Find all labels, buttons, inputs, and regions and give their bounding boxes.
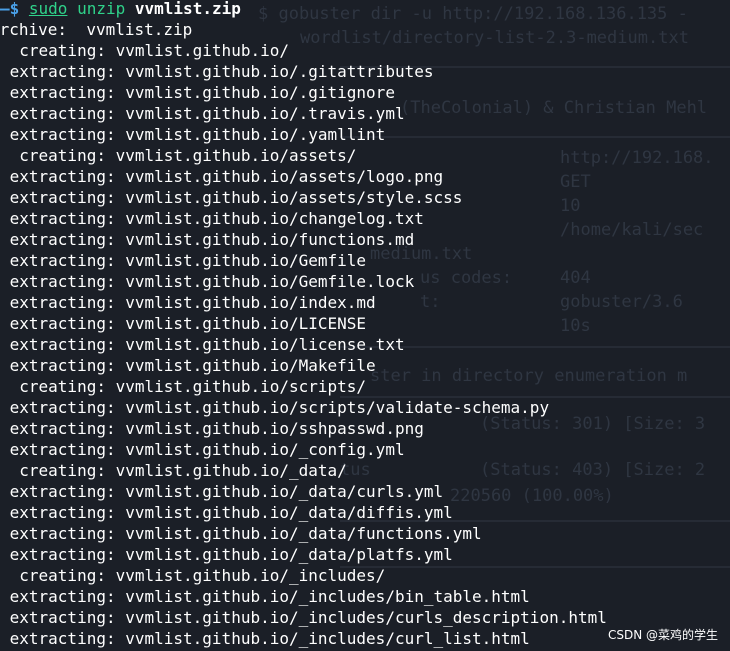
unzip-command: unzip (77, 0, 126, 18)
output-line: extracting: vvmlist.github.io/.gitignore (0, 83, 395, 102)
ghost-line: ster in directory enumeration m (370, 366, 688, 386)
output-line: extracting: vvmlist.github.io/_data/diff… (0, 503, 453, 522)
terminal-window[interactable]: $ gobuster dir -u http://192.168.136.135… (0, 0, 730, 651)
output-line: extracting: vvmlist.github.io/_data/plat… (0, 545, 453, 564)
output-line: extracting: vvmlist.github.io/LICENSE (0, 314, 367, 333)
output-line: extracting: vvmlist.github.io/functions.… (0, 230, 415, 249)
output-line: extracting: vvmlist.github.io/_includes/… (0, 587, 530, 606)
output-line: extracting: vvmlist.github.io/license.tx… (0, 335, 405, 354)
output-line: extracting: vvmlist.github.io/_config.ym… (0, 440, 405, 459)
ghost-line: $ gobuster dir -u http://192.168.136.135… (258, 4, 688, 24)
output-line: extracting: vvmlist.github.io/.yamllint (0, 125, 386, 144)
ghost-line: http://192.168. (560, 148, 714, 168)
output-line: extracting: vvmlist.github.io/changelog.… (0, 209, 424, 228)
ghost-line: gobuster/3.6 (560, 292, 683, 312)
ghost-line: /home/kali/sec (560, 220, 704, 240)
output-line: extracting: vvmlist.github.io/Makefile (0, 356, 376, 375)
archive-line: Archive: vvmlist.zip (0, 20, 193, 39)
ghost-line: (Status: 403) [Size: 2 (480, 460, 706, 480)
ghost-divider (340, 136, 730, 138)
output-line: creating: vvmlist.github.io/assets/ (0, 146, 357, 165)
ghost-line: wordlist/directory-list-2.3-medium.txt (300, 28, 689, 48)
output-line: creating: vvmlist.github.io/ (0, 41, 289, 60)
ghost-line: GET (560, 172, 591, 192)
output-line: extracting: vvmlist.github.io/assets/log… (0, 167, 444, 186)
zip-filename: vvmlist.zip (134, 0, 241, 18)
output-line: extracting: vvmlist.github.io/.travis.ym… (0, 104, 405, 123)
output-line: extracting: vvmlist.github.io/scripts/va… (0, 398, 550, 417)
prompt-line: —$ sudo unzip vvmlist.zip (0, 0, 241, 19)
ghost-line: 10s (560, 316, 591, 336)
prompt-symbol: —$ (0, 0, 20, 18)
ghost-line: 10 (560, 196, 581, 216)
csdn-watermark: CSDN @菜鸡的学生 (607, 628, 718, 642)
ghost-line: 220560 (100.00%) (450, 486, 614, 506)
output-line: creating: vvmlist.github.io/_includes/ (0, 566, 386, 585)
output-line: extracting: vvmlist.github.io/Gemfile.lo… (0, 272, 415, 291)
sudo-command: sudo (28, 0, 68, 18)
output-line: extracting: vvmlist.github.io/_includes/… (0, 629, 530, 648)
ghost-line: t: (420, 292, 441, 312)
output-line: extracting: vvmlist.github.io/sshpasswd.… (0, 419, 424, 438)
ghost-line: (TheColonial) & Christian Mehl (400, 98, 708, 118)
output-line: extracting: vvmlist.github.io/.gitattrib… (0, 62, 434, 81)
output-line: extracting: vvmlist.github.io/_includes/… (0, 608, 607, 627)
output-line: extracting: vvmlist.github.io/_data/func… (0, 524, 482, 543)
output-line: extracting: vvmlist.github.io/assets/sty… (0, 188, 463, 207)
output-line: extracting: vvmlist.github.io/Gemfile (0, 251, 367, 270)
output-line: creating: vvmlist.github.io/scripts/ (0, 377, 367, 396)
output-line: extracting: vvmlist.github.io/index.md (0, 293, 376, 312)
output-line: extracting: vvmlist.github.io/_data/curl… (0, 482, 444, 501)
ghost-line: 404 (560, 268, 591, 288)
ghost-line: us codes: (420, 268, 513, 288)
ghost-divider (340, 566, 730, 568)
output-line: creating: vvmlist.github.io/_data/ (0, 461, 347, 480)
